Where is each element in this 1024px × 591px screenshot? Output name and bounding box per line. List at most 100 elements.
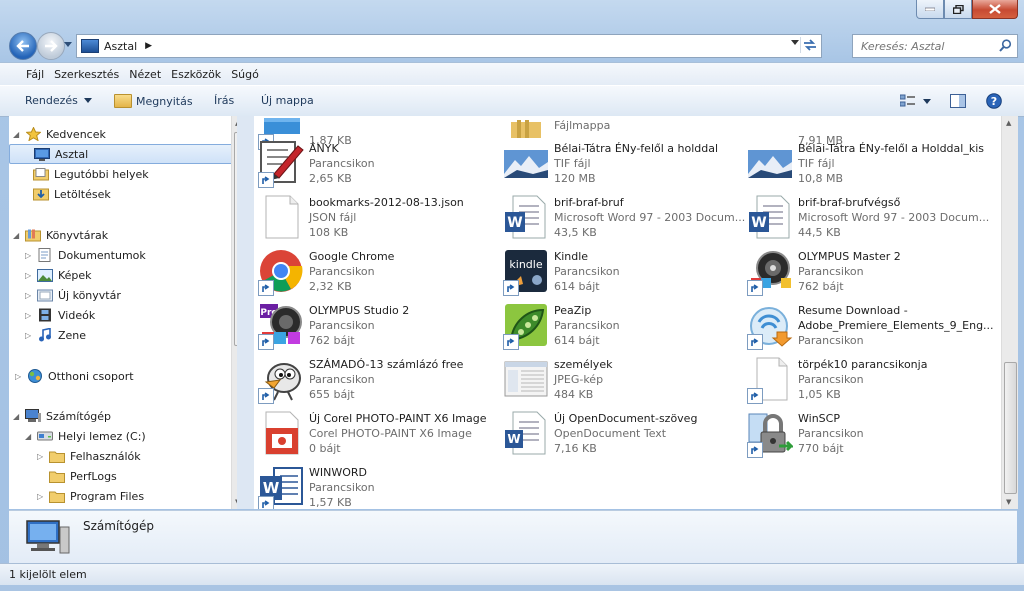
nav-users[interactable]: ▷ Felhasználók xyxy=(37,447,141,465)
recent-pages-dropdown-icon[interactable] xyxy=(64,42,72,47)
open-button[interactable]: Megnyitás xyxy=(114,94,193,108)
list-item[interactable]: WinSCP Parancsikon 770 bájt xyxy=(743,406,983,460)
close-button[interactable] xyxy=(972,0,1018,19)
expand-chevron-icon[interactable]: ▷ xyxy=(25,251,33,260)
nav-pictures[interactable]: ▷ Képek xyxy=(25,266,92,284)
expand-chevron-icon[interactable]: ▷ xyxy=(25,331,33,340)
search-icon[interactable] xyxy=(999,39,1012,52)
forward-button[interactable] xyxy=(37,32,65,60)
collapse-chevron-icon[interactable]: ◢ xyxy=(13,412,21,421)
list-item[interactable]: W brif-braf-bruf Microsoft Word 97 - 200… xyxy=(499,190,745,244)
maximize-button[interactable] xyxy=(944,0,972,19)
burn-button[interactable]: Írás xyxy=(214,94,234,107)
pane-divider[interactable] xyxy=(237,116,254,509)
shortcut-arrow-icon xyxy=(747,442,763,458)
svg-text:kindle: kindle xyxy=(509,258,542,271)
nav-new-library[interactable]: ▷ Új könyvtár xyxy=(25,286,121,304)
expand-chevron-icon[interactable]: ▷ xyxy=(25,271,33,280)
nav-recent-places[interactable]: Legutóbbi helyek xyxy=(33,165,149,183)
list-item[interactable]: W brif-braf-brufvégső Microsoft Word 97 … xyxy=(743,190,989,244)
list-item[interactable]: W WINWORD Parancsikon 1,57 KB xyxy=(254,460,494,509)
nav-perflogs[interactable]: PerfLogs xyxy=(49,467,117,485)
list-item[interactable]: Pro OLYMPUS Studio 2 Parancsikon 762 báj… xyxy=(254,298,494,352)
burn-label: Írás xyxy=(214,94,235,107)
breadcrumb-desktop[interactable]: Asztal xyxy=(104,40,137,53)
list-item[interactable]: Google Chrome Parancsikon 2,32 KB xyxy=(254,244,494,298)
svg-text:W: W xyxy=(263,479,280,497)
nav-local-disk[interactable]: ◢ Helyi lemez (C:) xyxy=(25,427,146,445)
menu-help[interactable]: Súgó xyxy=(231,68,259,81)
list-item[interactable]: bookmarks-2012-08-13.json JSON fájl 108 … xyxy=(254,190,494,244)
nav-music[interactable]: ▷ Zene xyxy=(25,326,86,344)
breadcrumb-chevron-icon[interactable]: ▶ xyxy=(145,41,152,51)
nav-program-files[interactable]: ▷ Program Files xyxy=(37,487,144,505)
arrow-right-icon xyxy=(45,40,58,52)
search-input[interactable] xyxy=(859,38,999,54)
file-name: brif-braf-bruf xyxy=(554,196,624,209)
list-item[interactable]: SZÁMADÓ-13 számlázó free Parancsikon 655… xyxy=(254,352,494,406)
file-size: 614 bájt xyxy=(554,280,600,293)
collapse-chevron-icon[interactable]: ◢ xyxy=(13,130,21,139)
nav-favorites[interactable]: ◢ Kedvencek xyxy=(13,125,106,143)
scroll-up-icon[interactable]: ▲ xyxy=(1006,119,1011,127)
expand-chevron-icon[interactable]: ▷ xyxy=(25,291,33,300)
view-options-dropdown[interactable] xyxy=(920,91,934,111)
address-dropdown-icon[interactable] xyxy=(791,40,799,45)
content-scrollbar[interactable]: ▲ ▼ xyxy=(1001,116,1018,509)
organize-button[interactable]: Rendezés xyxy=(25,94,92,107)
expand-chevron-icon[interactable]: ▷ xyxy=(15,372,23,381)
list-item[interactable]: Resume Download - Adobe_Premiere_Element… xyxy=(743,298,994,352)
list-item[interactable]: PeaZip Parancsikon 614 bájt xyxy=(499,298,739,352)
minimize-button[interactable] xyxy=(916,0,944,19)
menu-view[interactable]: Nézet xyxy=(129,68,161,81)
list-item[interactable]: Bélai-Tátra ÉNy-felől a holddal TIF fájl… xyxy=(499,136,739,190)
nav-downloads[interactable]: Letöltések xyxy=(33,185,111,203)
chevron-down-icon xyxy=(923,98,931,104)
file-size: 1,05 KB xyxy=(798,388,841,401)
change-view-button[interactable] xyxy=(898,91,918,111)
file-name: ÁNYK xyxy=(309,142,339,155)
status-bar: 1 kijelölt elem xyxy=(0,563,1024,586)
scroll-down-icon[interactable]: ▼ xyxy=(1006,498,1011,506)
list-item[interactable]: OLYMPUS Master 2 Parancsikon 762 bájt xyxy=(743,244,983,298)
address-bar[interactable]: Asztal ▶ xyxy=(76,34,822,58)
menu-tools[interactable]: Eszközök xyxy=(171,68,221,81)
menu-edit[interactable]: Szerkesztés xyxy=(54,68,119,81)
refresh-icon xyxy=(804,39,816,51)
nav-homegroup[interactable]: ▷ Otthoni csoport xyxy=(15,367,134,385)
new-folder-button[interactable]: Új mappa xyxy=(261,94,314,107)
scrollbar-thumb[interactable] xyxy=(1004,362,1017,494)
list-item[interactable]: személyek JPEG-kép 484 KB xyxy=(499,352,739,406)
expand-chevron-icon[interactable]: ▷ xyxy=(37,492,45,501)
preview-pane-button[interactable] xyxy=(948,91,968,111)
back-button[interactable] xyxy=(9,32,37,60)
menu-file[interactable]: Fájl xyxy=(26,68,44,81)
documents-icon xyxy=(37,248,53,262)
navigation-pane: ◢ Kedvencek Asztal Legutóbbi helyek Letö… xyxy=(9,116,237,509)
command-bar: Rendezés Megnyitás Írás Új mappa ? xyxy=(0,85,1024,117)
file-type: Fájlmappa xyxy=(554,119,611,132)
list-item[interactable]: ÁNYK Parancsikon 2,65 KB xyxy=(254,136,494,190)
list-item[interactable]: Bélai-Tátra ÉNy-felől a Holddal_kis TIF … xyxy=(743,136,984,190)
nav-desktop[interactable]: Asztal xyxy=(9,144,237,164)
file-name: OLYMPUS Studio 2 xyxy=(309,304,410,317)
expand-chevron-icon[interactable]: ▷ xyxy=(37,452,45,461)
collapse-chevron-icon[interactable]: ◢ xyxy=(13,231,21,240)
nav-videos[interactable]: ▷ Videók xyxy=(25,306,95,324)
collapse-chevron-icon[interactable]: ◢ xyxy=(25,432,33,441)
nav-documents[interactable]: ▷ Dokumentumok xyxy=(25,246,146,264)
chevron-down-icon xyxy=(83,98,92,103)
expand-chevron-icon[interactable]: ▷ xyxy=(25,311,33,320)
nav-pictures-label: Képek xyxy=(58,268,92,282)
search-box[interactable] xyxy=(852,34,1018,58)
list-item[interactable]: kindle Kindle Parancsikon 614 bájt xyxy=(499,244,739,298)
help-button[interactable]: ? xyxy=(984,91,1004,111)
nav-computer[interactable]: ◢ Számítógép xyxy=(13,407,111,425)
nav-libraries[interactable]: ◢ Könyvtárak xyxy=(13,226,108,244)
list-item[interactable]: W Új OpenDocument-szöveg OpenDocument Te… xyxy=(499,406,739,460)
list-item[interactable]: törpék10 parancsikonja Parancsikon 1,05 … xyxy=(743,352,983,406)
desktop-icon xyxy=(34,147,50,161)
refresh-button[interactable] xyxy=(800,37,819,53)
list-item[interactable]: Új Corel PHOTO-PAINT X6 Image Corel PHOT… xyxy=(254,406,494,460)
nav-users-label: Felhasználók xyxy=(70,449,141,463)
